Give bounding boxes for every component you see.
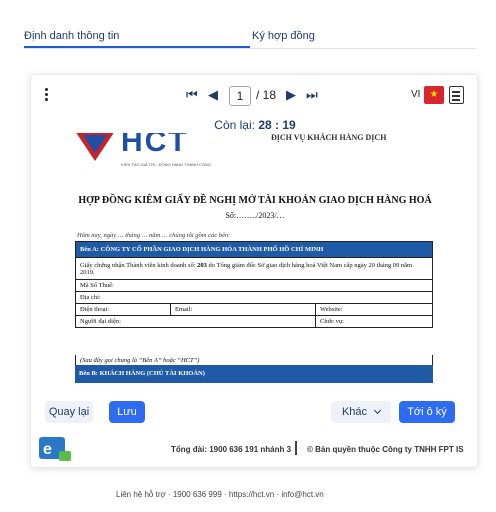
document-outline-icon[interactable] bbox=[449, 86, 464, 104]
logo-subtitle: KIẾN TẠO GIÁ TRỊ - ĐỒNG HÀNH THÀNH CÔNG bbox=[121, 162, 212, 167]
doc-header-right: ĐỊCH VỤ KHÁCH HÀNG DỊCH bbox=[271, 133, 387, 142]
party-a-table: Bên A: CÔNG TY CỔ PHẦN GIAO DỊCH HÀNG HÓ… bbox=[75, 241, 433, 328]
prev-page-icon[interactable]: ◀ bbox=[208, 87, 218, 103]
copyright-text: © Bản quyền thuộc Công ty TNHH FPT IS bbox=[307, 445, 464, 454]
go-to-sign-button[interactable]: Tới ô ký bbox=[399, 401, 455, 423]
more-dropdown-button[interactable]: Khác bbox=[331, 401, 391, 423]
save-button[interactable]: Lưu bbox=[109, 401, 145, 423]
brand-logo: e bbox=[39, 435, 73, 463]
tab-divider bbox=[24, 48, 476, 49]
back-button[interactable]: Quay lại bbox=[45, 401, 93, 423]
first-page-icon[interactable]: ⏮ bbox=[186, 87, 198, 103]
vietnam-flag-icon[interactable]: ★ bbox=[424, 86, 444, 104]
contract-title: HỢP ĐỒNG KIÊM GIẤY ĐỀ NGHỊ MỞ TÀI KHOẢN … bbox=[78, 195, 432, 206]
page-footer-text: Liên hệ hỗ trợ · 1900 636 999 · https://… bbox=[116, 490, 324, 499]
email-cell: Email: bbox=[170, 303, 316, 316]
page-number-input[interactable]: 1 bbox=[229, 86, 251, 106]
page-total: / 18 bbox=[256, 88, 277, 102]
next-page-icon[interactable]: ▶ bbox=[286, 87, 296, 103]
contract-viewer-card: ⏮ ◀ 1 / 18 ▶ ⏭ VI ★ Còn lại: 28 : 19 HCT… bbox=[30, 74, 478, 468]
chevron-down-icon bbox=[373, 406, 382, 415]
contract-intro: Hôm nay, ngày … tháng … năm … chúng tôi … bbox=[77, 232, 231, 239]
tax-code-cell: Mã Số Thuế: bbox=[75, 279, 433, 292]
party-a-band: Bên A: CÔNG TY CỔ PHẦN GIAO DỊCH HÀNG HÓ… bbox=[75, 241, 433, 258]
footer-divider bbox=[295, 441, 297, 455]
logo-text: HCT bbox=[121, 133, 189, 158]
action-footer: Quay lại Lưu Khác Tới ô ký e Tổng đài: 1… bbox=[31, 397, 477, 467]
timer-value: 28 : 19 bbox=[258, 118, 296, 132]
language-label: VI bbox=[411, 89, 421, 100]
hotline-text: Tổng đài: 1900 636 191 nhánh 3 bbox=[171, 445, 292, 454]
position-cell: Chức vụ: bbox=[315, 315, 433, 328]
address-cell: Địa chỉ: bbox=[75, 291, 433, 304]
countdown-timer: Còn lại: 28 : 19 bbox=[31, 118, 477, 132]
party-b-band: Bên B: KHÁCH HÀNG (CHỦ TÀI KHOẢN) bbox=[75, 365, 433, 383]
last-page-icon[interactable]: ⏭ bbox=[306, 87, 318, 103]
viewer-toolbar: ⏮ ◀ 1 / 18 ▶ ⏭ VI ★ bbox=[31, 75, 477, 121]
license-cell: Giấy chứng nhận Thành viên kinh doanh số… bbox=[75, 257, 433, 280]
hct-logo: HCT KIẾN TẠO GIÁ TRỊ - ĐỒNG HÀNH THÀNH C… bbox=[75, 133, 215, 173]
timer-label: Còn lại: bbox=[214, 118, 255, 132]
tab-active-indicator bbox=[24, 46, 250, 48]
phone-cell: Điện thoại: bbox=[75, 303, 171, 316]
tab-bar: Định danh thông tin Ký hợp đồng bbox=[0, 0, 496, 56]
website-cell: Website: bbox=[315, 303, 433, 316]
representative-cell: Người đại diện: bbox=[75, 315, 316, 328]
tab-sign-contract[interactable]: Ký hợp đồng bbox=[252, 30, 315, 42]
contract-number: Số:……../2023/… bbox=[225, 211, 285, 220]
more-options-icon[interactable] bbox=[43, 88, 49, 104]
tab-identity-info[interactable]: Định danh thông tin bbox=[24, 30, 119, 42]
